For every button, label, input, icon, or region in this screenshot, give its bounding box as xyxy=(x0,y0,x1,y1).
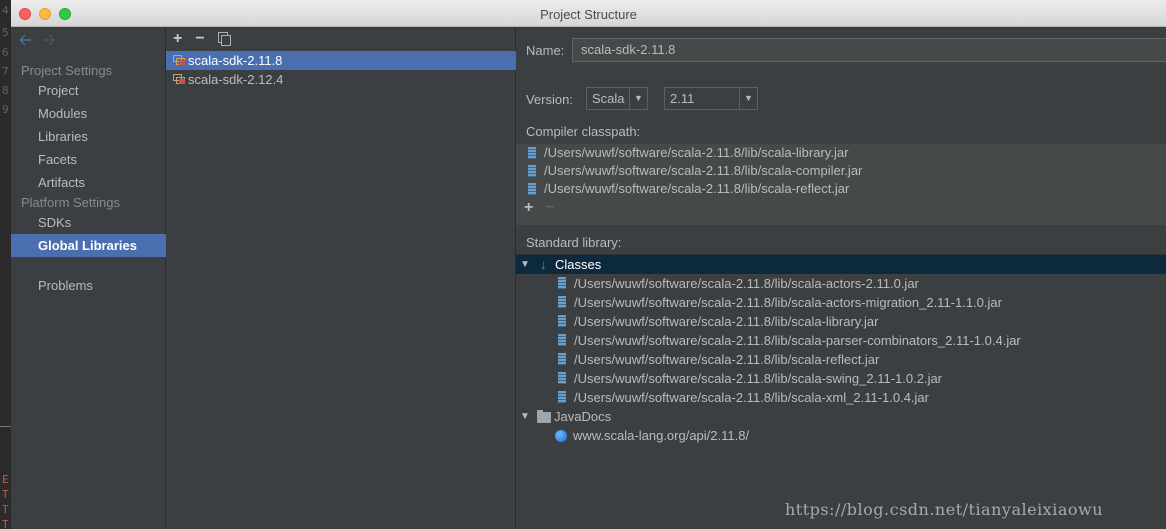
sdk-list-item[interactable]: scala-sdk-2.11.8 xyxy=(166,51,516,70)
nav-item-artifacts[interactable]: Artifacts xyxy=(11,171,166,194)
jar-icon xyxy=(558,277,566,289)
copy-icon[interactable] xyxy=(217,32,231,46)
tree-node-label: JavaDocs xyxy=(554,409,612,424)
tree-node-classes[interactable]: ▼ ↓ Classes xyxy=(516,255,1166,274)
tree-node-javadocs[interactable]: ▼ JavaDocs xyxy=(516,407,1166,426)
jar-icon xyxy=(528,165,536,177)
chevron-down-icon: ▼ xyxy=(739,88,757,109)
window-title: Project Structure xyxy=(540,7,637,22)
tree-row[interactable]: /Users/wuwf/software/scala-2.11.8/lib/sc… xyxy=(516,312,1166,331)
watermark-text: https://blog.csdn.net/tianyaleixiaowu xyxy=(785,500,1103,519)
line-number: 5 xyxy=(2,26,9,39)
version-number-select[interactable]: 2.11 ▼ xyxy=(664,87,758,110)
sdk-item-label: scala-sdk-2.12.4 xyxy=(188,72,284,87)
error-letter: T xyxy=(2,503,9,516)
tree-row[interactable]: /Users/wuwf/software/scala-2.11.8/lib/sc… xyxy=(516,369,1166,388)
add-classpath-button[interactable]: + xyxy=(524,199,533,217)
title-bar[interactable]: Project Structure xyxy=(11,0,1166,27)
javadoc-url: www.scala-lang.org/api/2.11.8/ xyxy=(573,428,750,443)
jar-icon xyxy=(528,147,536,159)
line-number: 4 xyxy=(2,4,9,17)
line-number: 8 xyxy=(2,84,9,97)
remove-classpath-button[interactable]: − xyxy=(545,199,554,217)
library-detail-pane: Name: scala-sdk-2.11.8 Version: Scala ▼ … xyxy=(516,27,1166,529)
tree-row[interactable]: /Users/wuwf/software/scala-2.11.8/lib/sc… xyxy=(516,331,1166,350)
jar-icon xyxy=(558,334,566,346)
jar-icon xyxy=(558,391,566,403)
version-type-select[interactable]: Scala ▼ xyxy=(586,87,648,110)
standard-library-tree: ▼ ↓ Classes /Users/wuwf/software/scala-2… xyxy=(516,254,1166,529)
compiler-classpath-list: /Users/wuwf/software/scala-2.11.8/lib/sc… xyxy=(516,144,1166,225)
settings-nav: 🡠 🡢 Project Settings Project Modules Lib… xyxy=(11,27,166,529)
nav-item-global-libraries[interactable]: Global Libraries xyxy=(11,234,166,257)
globe-icon xyxy=(555,430,567,442)
forward-arrow-icon[interactable]: 🡢 xyxy=(42,32,55,50)
platform-settings-header: Platform Settings xyxy=(21,195,120,210)
sdk-toolbar: + − xyxy=(166,27,516,50)
tree-row[interactable]: /Users/wuwf/software/scala-2.11.8/lib/sc… xyxy=(516,293,1166,312)
caret-down-icon[interactable]: ▼ xyxy=(520,407,530,426)
error-letter: T xyxy=(2,518,9,529)
line-number: 6 xyxy=(2,46,9,59)
remove-button[interactable]: − xyxy=(195,30,204,47)
classpath-entry: /Users/wuwf/software/scala-2.11.8/lib/sc… xyxy=(544,181,850,196)
tree-row[interactable]: /Users/wuwf/software/scala-2.11.8/lib/sc… xyxy=(516,274,1166,293)
back-arrow-icon[interactable]: 🡠 xyxy=(19,32,32,50)
tree-row[interactable]: /Users/wuwf/software/scala-2.11.8/lib/sc… xyxy=(516,350,1166,369)
list-item[interactable]: /Users/wuwf/software/scala-2.11.8/lib/sc… xyxy=(516,180,1166,198)
classpath-entry: /Users/wuwf/software/scala-2.11.8/lib/sc… xyxy=(544,145,849,160)
compiler-classpath-label: Compiler classpath: xyxy=(526,124,641,139)
error-letter: T xyxy=(2,488,9,501)
line-number: 7 xyxy=(2,65,9,78)
version-type-value: Scala xyxy=(592,91,625,106)
nav-item-sdks[interactable]: SDKs xyxy=(11,211,166,234)
nav-item-libraries[interactable]: Libraries xyxy=(11,125,166,148)
jar-icon xyxy=(558,296,566,308)
caret-down-icon[interactable]: ▼ xyxy=(520,255,530,274)
nav-item-modules[interactable]: Modules xyxy=(11,102,166,125)
classpath-toolbar: + − xyxy=(524,199,555,217)
nav-item-facets[interactable]: Facets xyxy=(11,148,166,171)
class-entry: /Users/wuwf/software/scala-2.11.8/lib/sc… xyxy=(574,276,919,291)
version-label: Version: xyxy=(526,92,573,107)
name-field[interactable]: scala-sdk-2.11.8 xyxy=(572,38,1166,62)
class-entry: /Users/wuwf/software/scala-2.11.8/lib/sc… xyxy=(574,333,1021,348)
class-entry: /Users/wuwf/software/scala-2.11.8/lib/sc… xyxy=(574,371,943,386)
jar-icon xyxy=(558,353,566,365)
folder-icon xyxy=(537,410,551,423)
nav-item-project[interactable]: Project xyxy=(11,79,166,102)
classpath-entry: /Users/wuwf/software/scala-2.11.8/lib/sc… xyxy=(544,163,863,178)
name-label: Name: xyxy=(526,43,565,58)
sdk-list-pane: + − scala-sdk-2.11.8 scala-sdk-2.12.4 xyxy=(166,27,516,529)
library-icon xyxy=(173,74,186,85)
project-settings-header: Project Settings xyxy=(21,63,113,78)
list-item[interactable]: /Users/wuwf/software/scala-2.11.8/lib/sc… xyxy=(516,162,1166,180)
jar-icon xyxy=(528,183,536,195)
list-item[interactable]: /Users/wuwf/software/scala-2.11.8/lib/sc… xyxy=(516,144,1166,162)
class-entry: /Users/wuwf/software/scala-2.11.8/lib/sc… xyxy=(574,352,880,367)
sdk-list-item[interactable]: scala-sdk-2.12.4 xyxy=(166,70,516,89)
chevron-down-icon: ▼ xyxy=(629,88,647,109)
error-letter: E xyxy=(2,473,9,486)
jar-icon xyxy=(558,315,566,327)
library-icon xyxy=(173,55,186,66)
jar-icon xyxy=(558,372,566,384)
add-button[interactable]: + xyxy=(173,30,182,47)
line-number: 9 xyxy=(2,103,9,116)
classes-icon: ↓ xyxy=(540,257,547,272)
version-number-value: 2.11 xyxy=(670,91,695,106)
standard-library-label: Standard library: xyxy=(526,235,622,250)
class-entry: /Users/wuwf/software/scala-2.11.8/lib/sc… xyxy=(574,390,929,405)
tree-node-label: Classes xyxy=(555,257,602,272)
divider xyxy=(0,426,11,427)
tree-row[interactable]: /Users/wuwf/software/scala-2.11.8/lib/sc… xyxy=(516,388,1166,407)
editor-gutter-strip: 4 5 6 7 8 9 E T T T xyxy=(0,0,11,529)
sdk-item-label: scala-sdk-2.11.8 xyxy=(188,53,283,68)
class-entry: /Users/wuwf/software/scala-2.11.8/lib/sc… xyxy=(574,295,1002,310)
tree-row[interactable]: www.scala-lang.org/api/2.11.8/ xyxy=(516,426,1166,445)
project-structure-dialog: Project Structure 🡠 🡢 Project Settings P… xyxy=(11,0,1166,529)
nav-item-problems[interactable]: Problems xyxy=(11,274,166,297)
class-entry: /Users/wuwf/software/scala-2.11.8/lib/sc… xyxy=(574,314,879,329)
